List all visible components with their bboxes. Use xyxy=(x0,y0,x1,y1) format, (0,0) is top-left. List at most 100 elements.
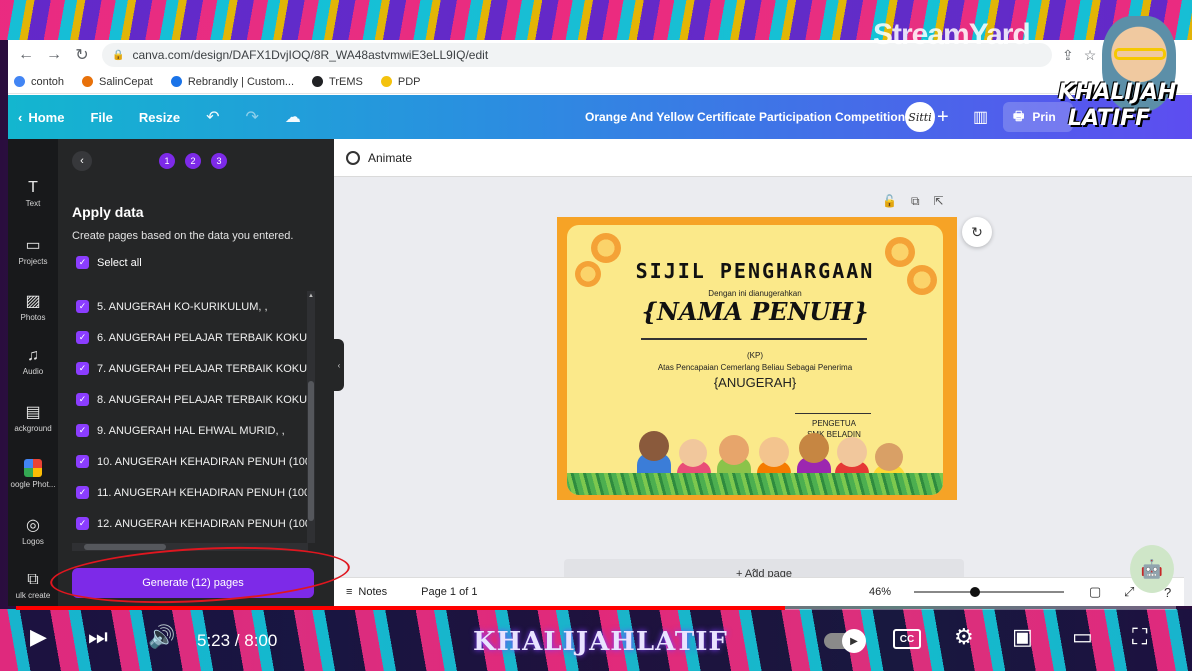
bookmark-item[interactable]: TrEMS xyxy=(312,76,363,88)
child-illustration xyxy=(719,435,749,465)
rail-item-background[interactable]: ▤ ackground xyxy=(8,402,58,433)
file-menu[interactable]: File xyxy=(90,110,112,125)
bookmark-label: PDP xyxy=(397,75,421,88)
undo-icon[interactable]: ↶ xyxy=(206,107,219,127)
refresh-icon[interactable]: ↻ xyxy=(962,217,992,247)
reload-icon[interactable]: ↻ xyxy=(68,45,96,65)
zoom-slider[interactable] xyxy=(914,591,1064,593)
analytics-icon[interactable]: ▥ xyxy=(973,107,988,127)
data-row-checkbox[interactable]: ✓ 7. ANUGERAH PELAJAR TERBAIK KOKUR xyxy=(72,353,312,384)
settings-gear-icon[interactable]: ⚙ xyxy=(954,624,974,650)
avatar[interactable]: Sitti xyxy=(905,102,935,132)
folder-icon: ▭ xyxy=(25,237,41,254)
fullscreen-icon[interactable]: ⛶ xyxy=(1132,624,1147,650)
resize-menu[interactable]: Resize xyxy=(139,110,180,125)
rail-item-label: Audio xyxy=(22,367,44,376)
h-scroll-thumb[interactable] xyxy=(84,544,166,550)
scroll-up-icon[interactable]: ▲ xyxy=(307,293,315,299)
certificate-title: SIJIL PENGHARGAAN xyxy=(635,259,875,283)
rail-item-folder[interactable]: ▭ Projects xyxy=(8,235,58,266)
rail-item-label: ulk create xyxy=(15,591,51,600)
data-row-checkbox[interactable]: ✓ 8. ANUGERAH PELAJAR TERBAIK KOKUR xyxy=(72,384,312,415)
video-progress-played xyxy=(16,606,786,610)
data-row-label: 8. ANUGERAH PELAJAR TERBAIK KOKUR xyxy=(97,393,312,406)
data-row-checkbox[interactable]: ✓ 6. ANUGERAH PELAJAR TERBAIK KOKUR xyxy=(72,322,312,353)
step-1[interactable]: 1 xyxy=(159,153,175,169)
generate-pages-button[interactable]: Generate (12) pages xyxy=(72,568,314,598)
autoplay-toggle[interactable]: ▶ xyxy=(824,629,866,653)
select-all-checkbox[interactable]: ✓ Select all xyxy=(76,256,142,269)
animate-button[interactable]: Animate xyxy=(368,151,412,165)
bookmark-item[interactable]: PDP xyxy=(380,75,421,88)
cloud-save-icon[interactable]: ☁ xyxy=(285,107,301,127)
bookmark-favicon-icon xyxy=(380,76,392,87)
bookmark-item[interactable]: SalinCepat xyxy=(82,76,153,88)
data-row-checkbox[interactable]: ✓ 5. ANUGERAH KO-KURIKULUM, , xyxy=(72,291,312,322)
zoom-level[interactable]: 46% xyxy=(869,586,891,598)
bulk-create-icon: ⧉ xyxy=(27,571,39,588)
miniplayer-icon[interactable]: ▣ xyxy=(1012,624,1033,650)
add-page-icon[interactable]: ⇱ xyxy=(934,194,944,209)
step-3[interactable]: 3 xyxy=(211,153,227,169)
panel-title: Apply data xyxy=(72,204,144,220)
check-icon: ✓ xyxy=(76,486,89,499)
theater-mode-icon[interactable]: ▭ xyxy=(1072,624,1093,650)
select-all-label: Select all xyxy=(97,256,142,269)
check-icon: ✓ xyxy=(76,424,89,437)
horizontal-scrollbar[interactable] xyxy=(72,543,308,551)
fullscreen-expand-icon[interactable]: ⤢ xyxy=(1124,584,1134,600)
vertical-scrollbar[interactable]: ▲ xyxy=(307,291,315,543)
document-title[interactable]: Orange And Yellow Certificate Participat… xyxy=(585,110,905,124)
check-icon: ✓ xyxy=(76,517,89,530)
chevron-up-icon[interactable]: ⌃ xyxy=(750,568,758,579)
home-button[interactable]: ‹ Home xyxy=(18,110,64,125)
certificate-award-field: {ANUGERAH} xyxy=(713,375,797,390)
url-text: canva.com/design/DAFX1DvjIOQ/8R_WA48astv… xyxy=(132,48,489,62)
rail-item-logo[interactable]: ◎ Logos xyxy=(8,515,58,546)
bookmark-favicon-icon xyxy=(312,76,324,87)
rail-item-music[interactable]: ♫ Audio xyxy=(8,347,58,376)
data-row-checkbox[interactable]: ✓ 9. ANUGERAH HAL EHWAL MURID, , xyxy=(72,415,312,446)
certificate-page[interactable]: SIJIL PENGHARGAAN Dengan ini dianugerahk… xyxy=(557,217,957,500)
child-illustration xyxy=(875,443,903,471)
duplicate-page-icon[interactable]: ⧉ xyxy=(911,194,920,209)
scroll-thumb[interactable] xyxy=(308,381,314,521)
rail-item-photo[interactable]: ▨ Photos xyxy=(8,291,58,322)
page-count-icon[interactable]: ▢ xyxy=(1089,584,1101,600)
rail-item-bulk-create[interactable]: ⧉ ulk create xyxy=(8,571,58,600)
notes-button[interactable]: ≡ Notes xyxy=(346,586,387,598)
volume-icon[interactable]: 🔊 xyxy=(148,624,175,650)
play-icon[interactable]: ▶ xyxy=(30,624,47,650)
home-label: Home xyxy=(28,109,65,125)
rail-item-google-photos[interactable]: oogle Phot... xyxy=(8,459,58,489)
bookmark-label: contoh xyxy=(31,75,65,88)
child-illustration xyxy=(639,431,669,461)
bookmark-item[interactable]: contoh xyxy=(14,76,64,88)
bookmark-label: TrEMS xyxy=(329,75,363,88)
redo-icon[interactable]: ↷ xyxy=(245,107,258,127)
back-arrow-icon[interactable]: ← xyxy=(12,46,40,64)
collapse-panel-tab[interactable]: ‹ xyxy=(334,339,344,391)
rail-item-text[interactable]: T Text xyxy=(8,179,58,208)
next-icon[interactable]: ⏭ xyxy=(88,624,108,650)
editor-toolbar: Animate xyxy=(334,139,1192,177)
divider-line xyxy=(641,338,867,340)
zoom-slider-handle[interactable] xyxy=(970,587,980,597)
notes-icon: ≡ xyxy=(346,586,353,598)
page-indicator[interactable]: Page 1 of 1 xyxy=(421,586,477,598)
data-row-checkbox[interactable]: ✓ 11. ANUGERAH KEHADIRAN PENUH (100 xyxy=(72,477,312,508)
bookmark-item[interactable]: Rebrandly | Custom... xyxy=(170,76,294,88)
step-2[interactable]: 2 xyxy=(185,153,201,169)
video-progress-bar[interactable] xyxy=(16,606,1176,610)
add-collaborator-icon[interactable]: + xyxy=(937,106,949,129)
data-row-checkbox[interactable]: ✓ 10. ANUGERAH KEHADIRAN PENUH (100 xyxy=(72,446,312,477)
lock-page-icon[interactable]: 🔓 xyxy=(882,194,897,209)
back-button[interactable]: ‹ xyxy=(72,151,92,171)
forward-arrow-icon[interactable]: → xyxy=(40,46,68,64)
logo-icon: ◎ xyxy=(26,517,40,534)
data-row-checkbox[interactable]: ✓ 12. ANUGERAH KEHADIRAN PENUH (100 xyxy=(72,508,312,539)
captions-button[interactable]: CC xyxy=(893,629,921,649)
notes-label: Notes xyxy=(358,586,388,598)
text-icon: T xyxy=(28,179,38,196)
data-row-label: 11. ANUGERAH KEHADIRAN PENUH (100 xyxy=(97,486,311,499)
